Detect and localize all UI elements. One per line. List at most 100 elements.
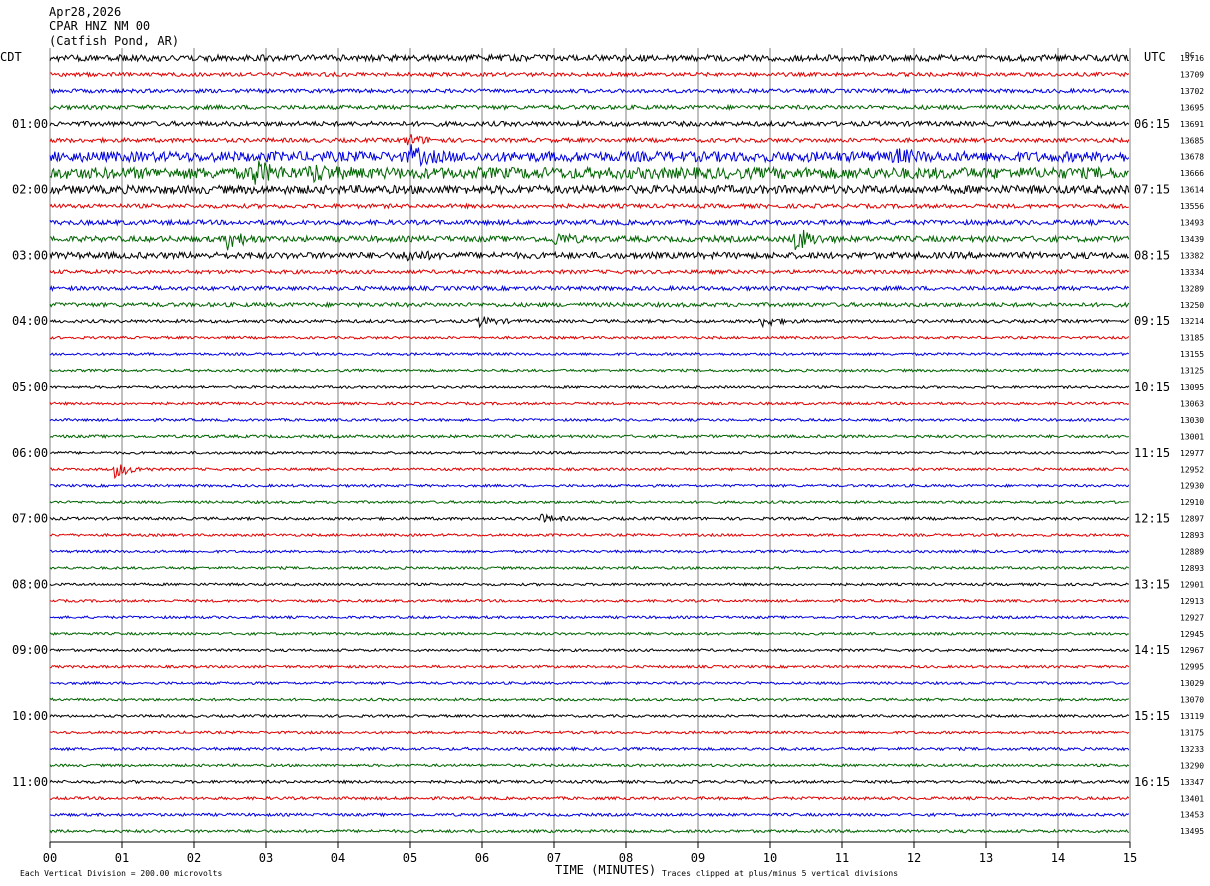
dc-value: 13678 xyxy=(1180,153,1204,162)
hour-label-left: 04:00 xyxy=(12,314,48,328)
dc-value: 12893 xyxy=(1180,531,1204,540)
hour-label-left: 01:00 xyxy=(12,117,48,131)
trace-row xyxy=(49,697,1129,702)
dc-value: 13453 xyxy=(1180,811,1204,820)
header-station: CPAR HNZ NM 00 xyxy=(49,19,150,33)
dc-value: 13185 xyxy=(1180,334,1204,343)
trace-row xyxy=(49,134,1130,146)
dc-value: 13439 xyxy=(1180,235,1204,244)
trace-row xyxy=(49,795,1130,801)
dc-value: 13125 xyxy=(1180,367,1204,376)
trace-row xyxy=(49,268,1130,276)
trace-row xyxy=(49,384,1130,390)
hour-label-right: 11:15 xyxy=(1134,446,1170,460)
hour-label-right: 09:15 xyxy=(1134,314,1170,328)
dc-value: 13495 xyxy=(1180,827,1204,836)
dc-value: 12967 xyxy=(1180,646,1204,655)
trace-row xyxy=(49,582,1129,587)
x-tick-label: 10 xyxy=(763,851,777,865)
dc-value: 12945 xyxy=(1180,630,1204,639)
dc-value: 13175 xyxy=(1180,728,1204,737)
dc-value: 13001 xyxy=(1180,432,1204,441)
trace-row xyxy=(49,513,1130,523)
trace-row xyxy=(49,284,1130,292)
trace-row xyxy=(49,87,1130,95)
hour-label-left: 07:00 xyxy=(12,512,48,526)
x-tick-label: 15 xyxy=(1123,851,1137,865)
dc-value: 12952 xyxy=(1180,465,1204,474)
left-axis-label: CDT xyxy=(0,50,22,64)
dc-value: 13556 xyxy=(1180,202,1204,211)
trace-row xyxy=(49,417,1130,423)
dc-value: 13695 xyxy=(1180,103,1204,112)
trace-row xyxy=(49,499,1129,505)
trace-row xyxy=(49,71,1130,78)
clip-note: Traces clipped at plus/minus 5 vertical … xyxy=(662,869,898,878)
header-location: (Catfish Pond, AR) xyxy=(49,34,179,48)
trace-row xyxy=(49,119,1130,129)
hour-label-left: 10:00 xyxy=(12,709,48,723)
helicorder-plot: 00 01 02 03 04 05 06 07 08 09 10 11 12 13 14 1501:0002:… xyxy=(0,5,1204,878)
hour-label-left: 05:00 xyxy=(12,380,48,394)
x-tick-label: 00 xyxy=(43,851,57,865)
dc-value: 13691 xyxy=(1180,120,1204,129)
dc-value: 13155 xyxy=(1180,350,1204,359)
trace-row xyxy=(49,483,1130,488)
right-axis-label: UTC xyxy=(1144,50,1166,64)
trace-row xyxy=(49,368,1130,373)
trace-row xyxy=(49,103,1130,111)
dc-value: 13347 xyxy=(1180,778,1204,787)
trace-row xyxy=(49,316,1130,329)
trace-row xyxy=(49,351,1130,357)
trace-row xyxy=(49,614,1129,620)
trace-row xyxy=(49,647,1130,653)
seismic-traces xyxy=(49,53,1130,834)
trace-row xyxy=(49,664,1130,669)
hour-label-left: 02:00 xyxy=(12,183,48,197)
trace-row xyxy=(49,565,1130,571)
dc-value: 13334 xyxy=(1180,268,1204,277)
trace-row xyxy=(49,202,1129,210)
trace-row xyxy=(49,160,1129,185)
x-tick-label: 05 xyxy=(403,851,417,865)
trace-row xyxy=(49,229,1130,251)
dc-value: 13401 xyxy=(1180,794,1204,803)
dc-value: 13614 xyxy=(1180,186,1204,195)
trace-row xyxy=(49,812,1130,818)
x-tick-label: 01 xyxy=(115,851,129,865)
trace-row xyxy=(49,53,1129,63)
trace-row xyxy=(49,218,1129,227)
dc-value: 13214 xyxy=(1180,317,1204,326)
dc-value: 12913 xyxy=(1180,597,1204,606)
dc-value: 13685 xyxy=(1180,136,1204,145)
dc-value: 12889 xyxy=(1180,548,1204,557)
trace-row xyxy=(49,631,1129,637)
x-tick-label: 13 xyxy=(979,851,993,865)
hour-label-left: 11:00 xyxy=(12,775,48,789)
dc-value: 13382 xyxy=(1180,251,1204,260)
hour-label-right: 15:15 xyxy=(1134,709,1170,723)
trace-row xyxy=(49,598,1130,604)
trace-row xyxy=(49,680,1130,686)
hour-label-left: 03:00 xyxy=(12,248,48,262)
dc-value: 12910 xyxy=(1180,498,1204,507)
hour-label-right: 14:15 xyxy=(1134,643,1170,657)
dc-value: 13493 xyxy=(1180,219,1204,228)
trace-row xyxy=(49,183,1130,196)
dc-value: 13063 xyxy=(1180,399,1204,408)
hour-label-left: 08:00 xyxy=(12,577,48,591)
x-axis-label: TIME (MINUTES) xyxy=(555,863,656,877)
dc-value: 13709 xyxy=(1180,70,1204,79)
hour-label-left: 09:00 xyxy=(12,643,48,657)
trace-row xyxy=(49,549,1130,554)
dc-label: DC xyxy=(1185,51,1195,60)
trace-row xyxy=(49,464,1129,480)
dc-value: 13095 xyxy=(1180,383,1204,392)
hour-label-right: 10:15 xyxy=(1134,380,1170,394)
dc-value: 13289 xyxy=(1180,284,1204,293)
dc-value: 12897 xyxy=(1180,515,1204,524)
hour-label-right: 07:15 xyxy=(1134,183,1170,197)
dc-value: 13233 xyxy=(1180,745,1204,754)
x-tick-label: 09 xyxy=(691,851,705,865)
x-tick-label: 06 xyxy=(475,851,489,865)
